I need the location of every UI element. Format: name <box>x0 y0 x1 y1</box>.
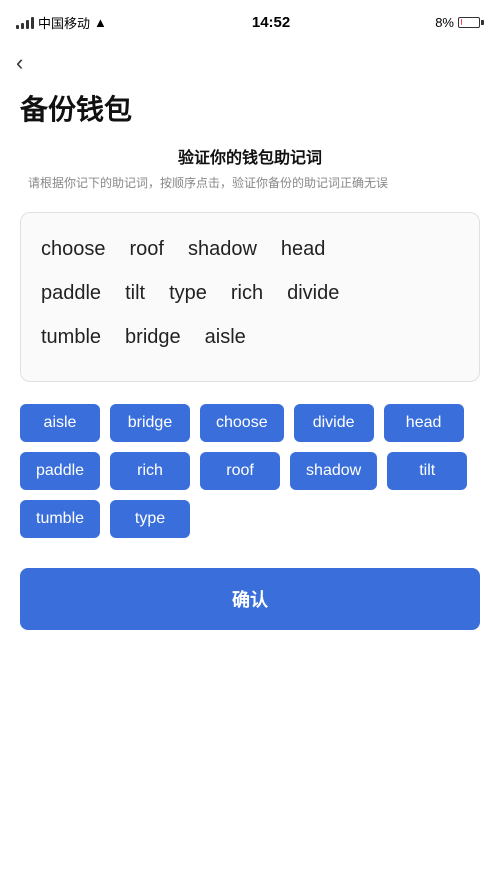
word-display-line-2: paddle tilt type rich divide <box>41 275 459 311</box>
status-left: 中国移动 ▲ <box>16 13 107 32</box>
word-btn-rich[interactable]: rich <box>110 452 190 490</box>
word-btn-roof[interactable]: roof <box>200 452 280 490</box>
word-display-box: choose roof shadow head paddle tilt type… <box>20 212 480 382</box>
display-word-divide: divide <box>287 275 339 311</box>
display-word-shadow: shadow <box>188 231 257 267</box>
signal-bar-4 <box>31 17 34 29</box>
battery-percent: 8% <box>435 15 454 30</box>
signal-bar-3 <box>26 20 29 29</box>
subtitle-section: 验证你的钱包助记词 请根据你记下的助记词，按顺序点击，验证你备份的助记词正确无误 <box>0 144 500 200</box>
display-word-aisle: aisle <box>205 319 246 355</box>
word-btn-head[interactable]: head <box>384 404 464 442</box>
display-word-tumble: tumble <box>41 319 101 355</box>
confirm-button[interactable]: 确认 <box>20 568 480 630</box>
status-right: 8% <box>435 15 484 30</box>
signal-bar-1 <box>16 25 19 29</box>
subtitle-main: 验证你的钱包助记词 <box>20 144 480 168</box>
confirm-section: 确认 <box>0 548 500 660</box>
back-button[interactable]: ‹ <box>0 40 500 80</box>
word-btn-shadow[interactable]: shadow <box>290 452 377 490</box>
word-btn-bridge[interactable]: bridge <box>110 404 190 442</box>
carrier-label: 中国移动 <box>38 13 90 32</box>
display-word-paddle: paddle <box>41 275 101 311</box>
word-buttons-grid: aisle bridge choose divide head paddle r… <box>20 404 480 538</box>
wifi-icon: ▲ <box>94 15 107 30</box>
battery-icon <box>458 17 484 28</box>
word-btn-paddle[interactable]: paddle <box>20 452 100 490</box>
word-display-line-3: tumble bridge aisle <box>41 319 459 355</box>
signal-bar-2 <box>21 23 24 29</box>
display-word-bridge: bridge <box>125 319 181 355</box>
word-btn-divide[interactable]: divide <box>294 404 374 442</box>
display-word-head: head <box>281 231 326 267</box>
subtitle-desc: 请根据你记下的助记词，按顺序点击，验证你备份的助记词正确无误 <box>20 174 480 192</box>
signal-bars-icon <box>16 15 34 29</box>
page-title: 备份钱包 <box>0 80 500 144</box>
display-word-type: type <box>169 275 207 311</box>
display-word-roof: roof <box>130 231 164 267</box>
word-btn-tilt[interactable]: tilt <box>387 452 467 490</box>
display-word-rich: rich <box>231 275 263 311</box>
word-btn-choose[interactable]: choose <box>200 404 284 442</box>
display-word-tilt: tilt <box>125 275 145 311</box>
word-buttons-section: aisle bridge choose divide head paddle r… <box>0 394 500 548</box>
word-display-line-1: choose roof shadow head <box>41 231 459 267</box>
display-word-choose: choose <box>41 231 106 267</box>
word-btn-aisle[interactable]: aisle <box>20 404 100 442</box>
time-display: 14:52 <box>252 14 290 31</box>
word-btn-tumble[interactable]: tumble <box>20 500 100 538</box>
word-btn-type[interactable]: type <box>110 500 190 538</box>
status-bar: 中国移动 ▲ 14:52 8% <box>0 0 500 40</box>
